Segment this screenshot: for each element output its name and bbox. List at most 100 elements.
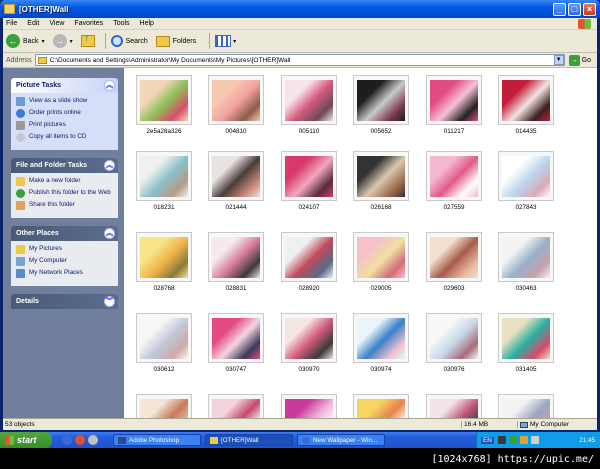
- file-thumbnail[interactable]: [353, 313, 409, 363]
- firefox-icon[interactable]: [75, 435, 85, 445]
- file-name[interactable]: 026168: [346, 204, 416, 211]
- views-button[interactable]: ▾: [215, 35, 236, 47]
- file-thumbnail[interactable]: [498, 75, 554, 125]
- menu-help[interactable]: Help: [140, 20, 154, 27]
- file-thumbnail[interactable]: [498, 151, 554, 201]
- task-order-prints[interactable]: Order prints online: [16, 109, 113, 118]
- language-indicator[interactable]: EN: [481, 436, 494, 444]
- file-thumbnail[interactable]: [208, 151, 264, 201]
- back-button[interactable]: ← Back ▾: [6, 34, 45, 48]
- collapse-icon[interactable]: ︽: [104, 228, 115, 239]
- place-my-computer[interactable]: My Computer: [16, 257, 113, 266]
- start-button[interactable]: start: [0, 432, 52, 448]
- file-thumbnail[interactable]: [281, 75, 337, 125]
- details-header[interactable]: Details ︾: [11, 294, 118, 309]
- file-thumbnail[interactable]: [136, 75, 192, 125]
- file-name[interactable]: 2e5a28a326: [129, 128, 199, 135]
- task-copy-to-cd[interactable]: Copy all items to CD: [16, 133, 113, 142]
- file-name[interactable]: 028768: [129, 285, 199, 292]
- folders-button[interactable]: Folders: [155, 35, 196, 47]
- forward-button[interactable]: → ▾: [52, 34, 73, 48]
- file-thumbnail[interactable]: [136, 151, 192, 201]
- menu-file[interactable]: File: [6, 20, 17, 27]
- place-network[interactable]: My Network Places: [16, 269, 113, 278]
- taskbar-explorer[interactable]: [OTHER]Wall: [205, 434, 293, 446]
- file-name[interactable]: 027843: [491, 204, 561, 211]
- file-thumbnail[interactable]: [136, 394, 192, 418]
- file-thumbnail[interactable]: [426, 394, 482, 418]
- tray-shield-icon[interactable]: [508, 436, 517, 444]
- menu-edit[interactable]: Edit: [27, 20, 39, 27]
- file-thumbnail[interactable]: [353, 75, 409, 125]
- file-thumbnail[interactable]: [281, 151, 337, 201]
- file-name[interactable]: 030612: [129, 366, 199, 373]
- file-name[interactable]: 030970: [274, 366, 344, 373]
- task-new-folder[interactable]: Make a new folder: [16, 177, 113, 186]
- file-name[interactable]: 029603: [419, 285, 489, 292]
- file-thumbnail[interactable]: [208, 394, 264, 418]
- file-name[interactable]: 031405: [491, 366, 561, 373]
- file-thumbnail[interactable]: [208, 75, 264, 125]
- maximize-button[interactable]: □: [568, 2, 581, 16]
- title-bar[interactable]: [OTHER]Wall _ □ ×: [0, 0, 600, 18]
- file-folder-tasks-header[interactable]: File and Folder Tasks ︽: [11, 158, 118, 173]
- task-print-pictures[interactable]: Print pictures: [16, 121, 113, 130]
- file-thumbnail[interactable]: [281, 313, 337, 363]
- media-icon[interactable]: [88, 435, 98, 445]
- collapse-icon[interactable]: ︽: [104, 80, 115, 91]
- picture-tasks-header[interactable]: Picture Tasks ︽: [11, 78, 118, 93]
- file-thumbnail[interactable]: [498, 232, 554, 282]
- file-thumbnail[interactable]: [426, 151, 482, 201]
- file-name[interactable]: 005652: [346, 128, 416, 135]
- file-name[interactable]: 005110: [274, 128, 344, 135]
- go-button[interactable]: → Go: [568, 54, 591, 66]
- place-my-pictures[interactable]: My Pictures: [16, 245, 113, 254]
- file-thumbnail[interactable]: [353, 232, 409, 282]
- file-name[interactable]: 021444: [201, 204, 271, 211]
- close-button[interactable]: ×: [583, 2, 596, 16]
- minimize-button[interactable]: _: [553, 2, 566, 16]
- other-places-header[interactable]: Other Places ︽: [11, 226, 118, 241]
- file-thumbnail[interactable]: [208, 232, 264, 282]
- tray-app-icon[interactable]: [497, 436, 506, 444]
- file-thumbnail[interactable]: [281, 394, 337, 418]
- file-name[interactable]: 028831: [201, 285, 271, 292]
- task-view-slideshow[interactable]: View as a slide show: [16, 97, 113, 106]
- tray-volume-icon[interactable]: [530, 436, 539, 444]
- file-thumbnail[interactable]: [353, 151, 409, 201]
- file-name[interactable]: 014435: [491, 128, 561, 135]
- file-name[interactable]: 018231: [129, 204, 199, 211]
- menu-view[interactable]: View: [49, 20, 64, 27]
- ie-icon[interactable]: [62, 435, 72, 445]
- file-name[interactable]: 030974: [346, 366, 416, 373]
- file-thumbnail[interactable]: [281, 232, 337, 282]
- file-thumbnail[interactable]: [426, 232, 482, 282]
- file-name[interactable]: 027559: [419, 204, 489, 211]
- file-name[interactable]: 011217: [419, 128, 489, 135]
- file-thumbnail[interactable]: [426, 75, 482, 125]
- file-thumbnail[interactable]: [353, 394, 409, 418]
- menu-tools[interactable]: Tools: [113, 20, 129, 27]
- file-thumbnail[interactable]: [136, 232, 192, 282]
- tray-network-icon[interactable]: [519, 436, 528, 444]
- file-name[interactable]: 029005: [346, 285, 416, 292]
- file-thumbnail[interactable]: [136, 313, 192, 363]
- file-name[interactable]: 004810: [201, 128, 271, 135]
- file-thumbnail[interactable]: [208, 313, 264, 363]
- menu-favorites[interactable]: Favorites: [74, 20, 103, 27]
- folder-up-icon[interactable]: [80, 33, 95, 47]
- task-share-folder[interactable]: Share this folder: [16, 201, 113, 210]
- search-button[interactable]: Search: [110, 35, 148, 47]
- file-name[interactable]: 030976: [419, 366, 489, 373]
- taskbar-browser[interactable]: New Wallpaper - Win...: [297, 434, 385, 446]
- file-thumbnail[interactable]: [498, 313, 554, 363]
- collapse-icon[interactable]: ︽: [104, 160, 115, 171]
- expand-icon[interactable]: ︾: [104, 296, 115, 307]
- file-thumbnail[interactable]: [426, 313, 482, 363]
- file-name[interactable]: 024107: [274, 204, 344, 211]
- task-publish-web[interactable]: Publish this folder to the Web: [16, 189, 113, 198]
- file-name[interactable]: 030747: [201, 366, 271, 373]
- file-thumbnail[interactable]: [498, 394, 554, 418]
- file-name[interactable]: 030463: [491, 285, 561, 292]
- file-name[interactable]: 028920: [274, 285, 344, 292]
